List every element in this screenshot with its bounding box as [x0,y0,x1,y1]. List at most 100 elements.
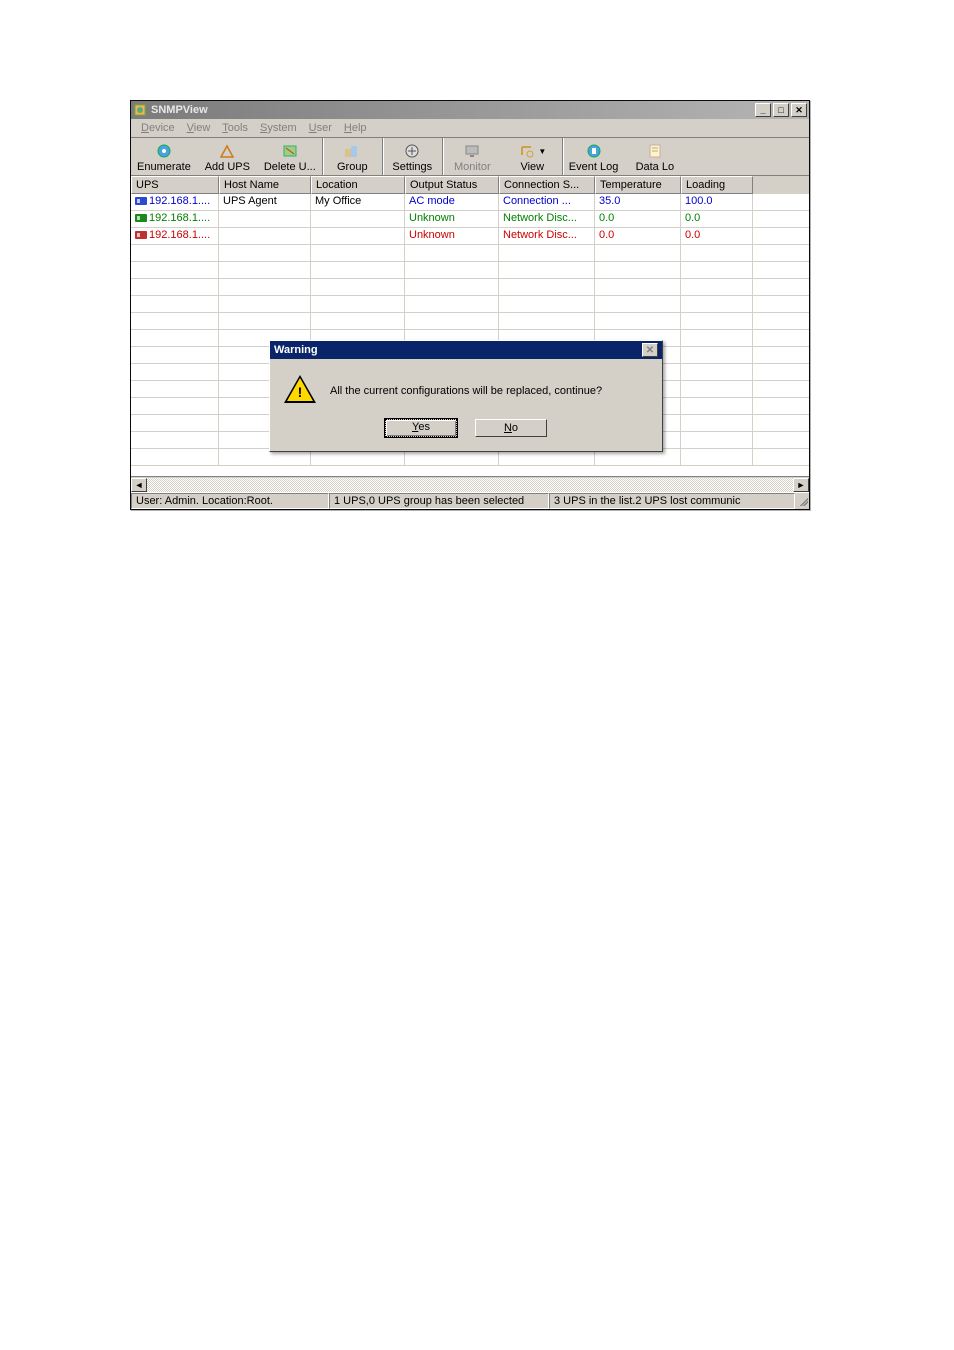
toolbar-view[interactable]: ▼ View [503,138,563,175]
toolbar-dataLo-label: Data Lo [636,161,675,173]
status-selection: 1 UPS,0 UPS group has been selected [329,493,549,509]
status-user-location: User: Admin. Location:Root. [131,493,329,509]
dialog-title: Warning [274,344,318,356]
menu-user[interactable]: User [303,121,338,135]
status-summary: 3 UPS in the list.2 UPS lost communic [549,493,795,509]
cell-output-status: Unknown [405,228,499,244]
cell-temperature: 35.0 [595,194,681,210]
cell-ups: 192.168.1.... [131,211,219,227]
menu-system[interactable]: System [254,121,303,135]
grid-header: UPSHost NameLocationOutput StatusConnect… [131,176,809,194]
menu-view[interactable]: View [181,121,217,135]
scroll-right-button[interactable]: ► [793,478,809,492]
status-bar: User: Admin. Location:Root. 1 UPS,0 UPS … [131,492,809,509]
toolbar-dataLo[interactable]: Data Lo [625,138,685,175]
maximize-button[interactable]: □ [773,103,789,117]
cell-location [311,228,405,244]
dialog-no-button[interactable]: No [475,419,547,437]
toolbar-group-label: Group [337,161,368,173]
enumerate-icon [155,142,173,160]
ups-status-icon [135,213,147,223]
column-header-outputStatus[interactable]: Output Status [405,176,499,194]
settings-icon [403,142,421,160]
minimize-button[interactable]: _ [755,103,771,117]
title-bar: SNMPView _ □ ✕ [131,101,809,119]
cell-connection: Connection ... [499,194,595,210]
ups-status-icon [135,196,147,206]
table-row-empty [131,279,809,296]
window-title: SNMPView [151,104,755,116]
ups-status-icon [135,230,147,240]
cell-hostname: UPS Agent [219,194,311,210]
dialog-title-bar: Warning ✕ [270,341,662,359]
toolbar: Enumerate Add UPS Delete U... Group Sett… [131,138,809,176]
menu-bar: DeviceViewToolsSystemUserHelp [131,119,809,138]
cell-output-status: Unknown [405,211,499,227]
scroll-track[interactable] [147,478,793,492]
toolbar-eventLog-label: Event Log [569,161,619,173]
cell-location [311,211,405,227]
cell-loading: 0.0 [681,211,753,227]
toolbar-enumerate[interactable]: Enumerate [131,138,198,175]
horizontal-scrollbar[interactable]: ◄ ► [131,476,809,492]
table-row-empty [131,313,809,330]
table-row-empty [131,296,809,313]
toolbar-addUps-label: Add UPS [205,161,250,173]
addUps-icon [218,142,236,160]
cell-connection: Network Disc... [499,211,595,227]
eventLog-icon [585,142,603,160]
ups-grid: UPSHost NameLocationOutput StatusConnect… [131,176,809,476]
view-icon: ▼ [518,142,546,160]
cell-hostname [219,211,311,227]
group-icon [343,142,361,160]
warning-dialog: Warning ✕ ! All the current configuratio… [269,340,663,452]
deleteU-icon [281,142,299,160]
dialog-yes-button[interactable]: Yes [385,419,457,437]
column-header-location[interactable]: Location [311,176,405,194]
cell-loading: 100.0 [681,194,753,210]
table-row[interactable]: 192.168.1.... UPS Agent My Office AC mod… [131,194,809,211]
cell-temperature: 0.0 [595,228,681,244]
column-header-connectionS[interactable]: Connection S... [499,176,595,194]
table-row[interactable]: 192.168.1.... Unknown Network Disc... 0.… [131,211,809,228]
toolbar-settings-label: Settings [392,161,432,173]
dataLo-icon [646,142,664,160]
dialog-message: All the current configurations will be r… [330,385,602,397]
cell-ups: 192.168.1.... [131,228,219,244]
scroll-left-button[interactable]: ◄ [131,478,147,492]
dialog-close-button[interactable]: ✕ [642,343,658,357]
toolbar-view-label: View [520,161,544,173]
column-header-loading[interactable]: Loading [681,176,753,194]
toolbar-monitor-label: Monitor [454,161,491,173]
toolbar-group[interactable]: Group [323,138,383,175]
toolbar-addUps[interactable]: Add UPS [198,138,258,175]
toolbar-monitor[interactable]: Monitor [443,138,503,175]
toolbar-eventLog[interactable]: Event Log [563,138,626,175]
column-header-hostName[interactable]: Host Name [219,176,311,194]
cell-hostname [219,228,311,244]
menu-device[interactable]: Device [135,121,181,135]
close-window-button[interactable]: ✕ [791,103,807,117]
menu-help[interactable]: Help [338,121,373,135]
toolbar-enumerate-label: Enumerate [137,161,191,173]
column-header-ups[interactable]: UPS [131,176,219,194]
cell-location: My Office [311,194,405,210]
resize-grip-icon[interactable] [795,493,809,507]
table-row-empty [131,262,809,279]
cell-ups: 192.168.1.... [131,194,219,210]
toolbar-deleteU-label: Delete U... [264,161,316,173]
toolbar-settings[interactable]: Settings [383,138,443,175]
column-header-temperature[interactable]: Temperature [595,176,681,194]
table-row[interactable]: 192.168.1.... Unknown Network Disc... 0.… [131,228,809,245]
main-window: SNMPView _ □ ✕ DeviceViewToolsSystemUser… [130,100,810,510]
monitor-icon [463,142,481,160]
cell-output-status: AC mode [405,194,499,210]
cell-temperature: 0.0 [595,211,681,227]
toolbar-deleteU[interactable]: Delete U... [258,138,323,175]
cell-connection: Network Disc... [499,228,595,244]
menu-tools[interactable]: Tools [216,121,254,135]
warning-icon: ! [284,375,316,407]
cell-loading: 0.0 [681,228,753,244]
table-row-empty [131,245,809,262]
app-icon [133,103,147,117]
